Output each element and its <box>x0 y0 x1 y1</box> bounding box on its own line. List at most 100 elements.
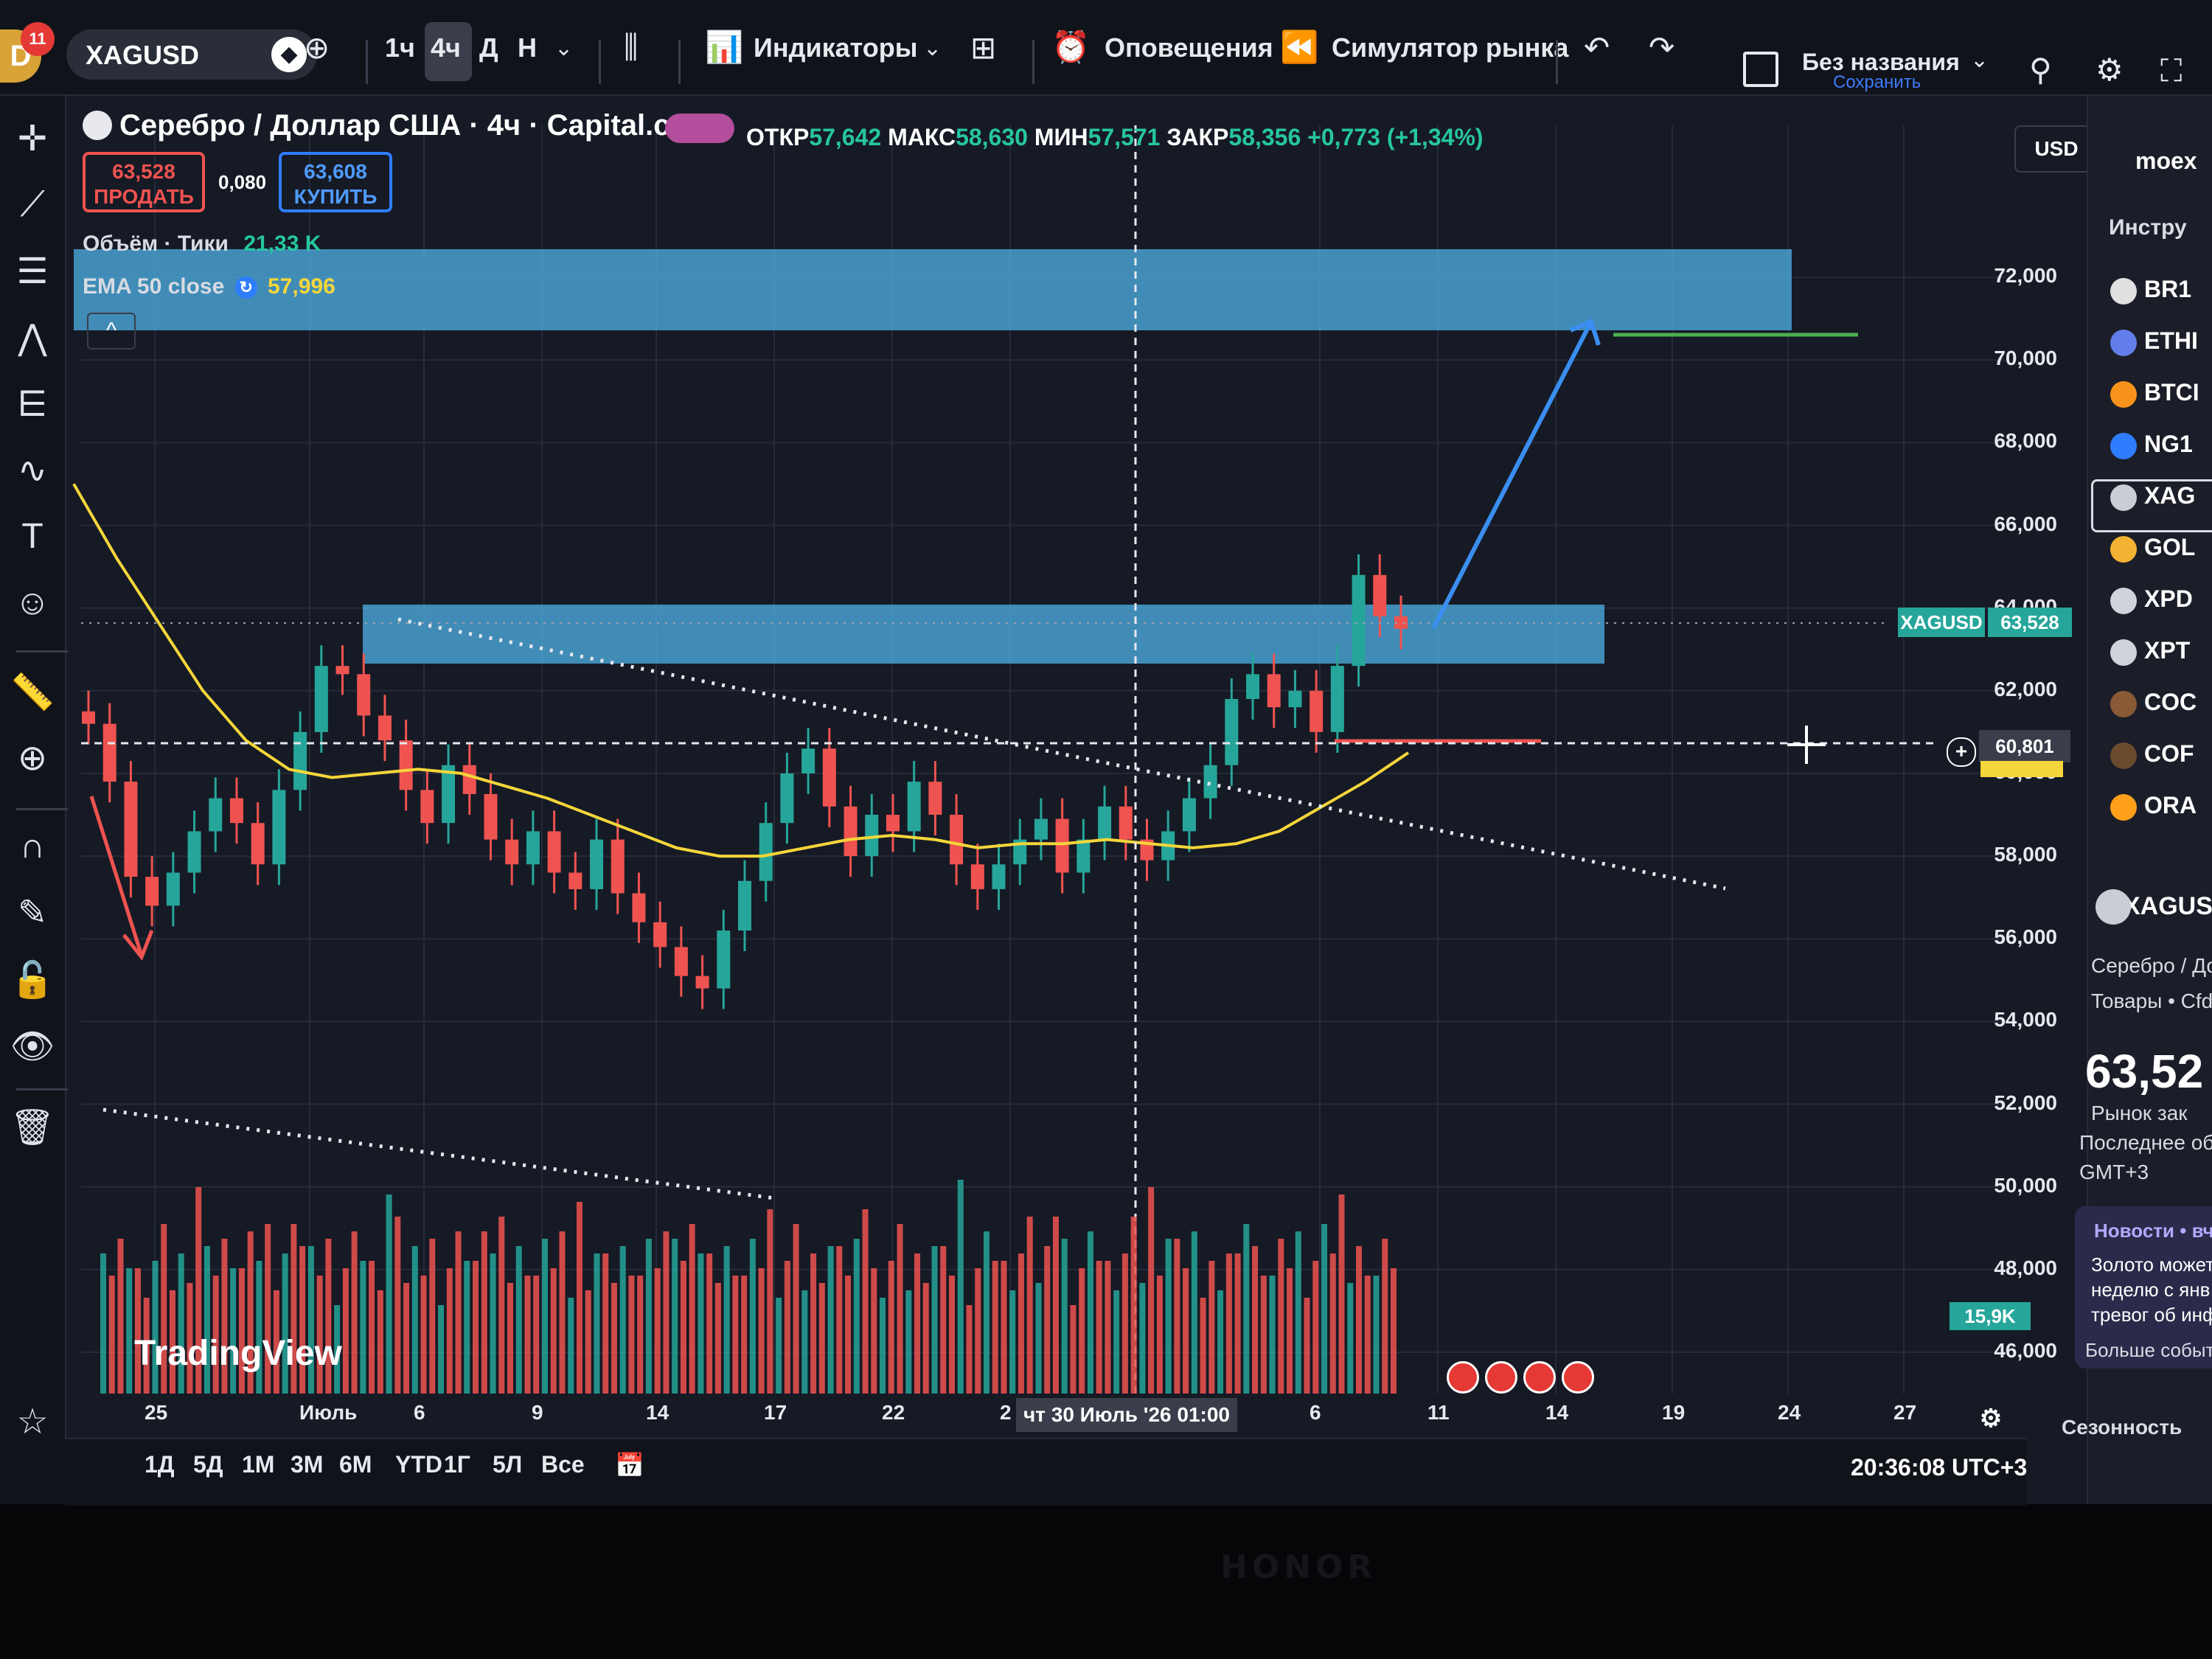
range-button[interactable]: 1Д <box>145 1451 175 1478</box>
quick-search-icon[interactable]: ⚲ <box>2029 52 2052 88</box>
market-status-pill[interactable] <box>665 114 734 143</box>
trend-line-icon[interactable]: ⟋ <box>0 184 65 226</box>
emoji-icon[interactable]: ☺ <box>0 582 65 623</box>
range-button[interactable]: 5Л <box>493 1451 522 1478</box>
diamond-icon[interactable]: ◆ <box>271 37 307 72</box>
volume-bar <box>1052 1217 1059 1394</box>
eye-icon[interactable]: 👁 <box>0 1025 65 1067</box>
favorites-star-icon[interactable]: ☆ <box>0 1401 65 1442</box>
chevron-down-icon[interactable]: ⌄ <box>1970 47 1989 73</box>
replay-rewind-icon[interactable]: ⏪ <box>1280 29 1318 66</box>
candle-body <box>992 864 1006 889</box>
notification-badge[interactable]: 11 <box>21 22 55 56</box>
layout-checkbox[interactable] <box>1743 52 1778 87</box>
candle-type-icon[interactable]: ⫼ <box>624 29 638 66</box>
indicators-icon[interactable]: 📊 <box>705 29 743 66</box>
watchlist-item[interactable]: ETHI <box>2110 327 2198 356</box>
volume-bar <box>776 1298 782 1394</box>
time-tick-label: 2 <box>1000 1401 1012 1424</box>
pattern-icon[interactable]: ⋀ <box>0 317 65 358</box>
clock[interactable]: 20:36:08 UTC+3 <box>1851 1454 2027 1481</box>
watchlist-item[interactable]: XPT <box>2110 637 2190 666</box>
range-button[interactable]: 1Г <box>444 1451 470 1478</box>
add-symbol-icon[interactable]: ⊕ <box>304 29 330 66</box>
interval-week[interactable]: Н <box>518 32 537 63</box>
crosshair-icon[interactable]: ✛ <box>0 118 65 159</box>
volume-bar <box>342 1268 349 1394</box>
watchlist-item[interactable]: XPD <box>2110 585 2193 614</box>
watchlist-header[interactable]: moex <box>2135 147 2197 175</box>
brush-icon[interactable]: ∿ <box>0 450 65 491</box>
watchlist-item[interactable]: NG1 <box>2110 431 2193 459</box>
currency-selector[interactable]: USD <box>2014 125 2098 173</box>
volume-bar <box>793 1224 799 1394</box>
zoom-in-icon[interactable]: ⊕ <box>0 737 65 779</box>
volume-bar <box>464 1261 470 1394</box>
undo-icon[interactable]: ↶ <box>1584 29 1610 66</box>
goto-date-icon[interactable]: 📅 <box>615 1451 644 1479</box>
volume-bar <box>801 1290 808 1394</box>
volume-bar <box>1018 1253 1024 1394</box>
horizontal-lines-icon[interactable]: ☰ <box>0 251 65 292</box>
layout-grid-icon[interactable]: ⊞ <box>970 29 996 66</box>
fullscreen-icon[interactable]: ⛶ <box>2160 53 2182 89</box>
settings-gear-icon[interactable]: ⚙ <box>2096 52 2124 88</box>
economic-event-icon[interactable] <box>1562 1361 1594 1394</box>
watchlist-item[interactable]: XAG <box>2110 482 2195 511</box>
range-button[interactable]: 1М <box>242 1451 274 1478</box>
price-tick-label: 68,000 <box>1994 429 2057 453</box>
lock-drawing-icon[interactable]: ✎ <box>0 892 65 933</box>
text-tool-icon[interactable]: T <box>0 516 65 557</box>
add-alert-icon[interactable]: + <box>1947 737 1976 767</box>
indicators-button[interactable]: Индикаторы <box>754 32 918 63</box>
range-button[interactable]: 6М <box>339 1451 372 1478</box>
trash-icon[interactable]: 🗑 <box>0 1106 65 1148</box>
volume-bar <box>922 1283 929 1394</box>
watchlist-item[interactable]: GOL <box>2110 534 2195 563</box>
collapse-indicators-button[interactable]: ^ <box>87 313 136 349</box>
candle-body <box>82 711 95 724</box>
interval-1h[interactable]: 1ч <box>385 32 415 63</box>
alarm-clock-icon[interactable]: ⏰ <box>1051 29 1090 66</box>
range-button[interactable]: Все <box>541 1451 585 1478</box>
range-button[interactable]: 3М <box>291 1451 323 1478</box>
lock-icon[interactable]: 🔓 <box>0 959 65 1001</box>
watchlist-item[interactable]: ORA <box>2110 792 2197 821</box>
chevron-down-icon[interactable]: ⌄ <box>554 35 573 61</box>
watchlist-item[interactable]: BR1 <box>2110 276 2191 305</box>
redo-icon[interactable]: ↷ <box>1649 29 1674 66</box>
symbol-search-box[interactable]: XAGUSD ◆ <box>66 29 317 80</box>
more-events-link[interactable]: Больше событ <box>2085 1339 2212 1362</box>
watchlist-item[interactable]: COC <box>2110 689 2197 717</box>
buy-button[interactable]: 63,608 КУПИТЬ <box>279 152 392 212</box>
volume-bar <box>654 1268 661 1394</box>
seasonality-tab[interactable]: Сезонность <box>2062 1416 2182 1439</box>
watchlist-item[interactable]: BTCI <box>2110 379 2199 408</box>
interval-4h[interactable]: 4ч <box>431 32 461 63</box>
candle-body <box>632 893 646 922</box>
volume-bar <box>541 1239 548 1394</box>
interval-day[interactable]: Д <box>479 32 498 63</box>
economic-event-icon[interactable] <box>1523 1361 1556 1394</box>
chart-title[interactable]: Серебро / Доллар США · 4ч · Capital.com <box>119 109 714 142</box>
volume-indicator-row[interactable]: Объём · Тики 21,33 K <box>83 232 321 257</box>
watchlist-item[interactable]: COF <box>2110 740 2194 769</box>
range-button[interactable]: YTD <box>395 1451 442 1478</box>
save-link[interactable]: Сохранить <box>1833 72 1921 93</box>
market-replay-button[interactable]: Симулятор рынка <box>1332 32 1568 63</box>
magnet-icon[interactable]: ∩ <box>0 826 65 866</box>
chevron-down-icon[interactable]: ⌄ <box>923 35 942 61</box>
ruler-icon[interactable]: 📏 <box>0 671 65 713</box>
axis-settings-gear-icon[interactable]: ⚙ <box>1976 1404 2006 1433</box>
alerts-button[interactable]: Оповещения <box>1105 32 1273 63</box>
refresh-icon[interactable]: ↻ <box>234 276 257 299</box>
news-card[interactable]: Новости • вч Золото может неделю с янв т… <box>2075 1206 2212 1368</box>
close-label: ЗАКР <box>1166 124 1229 150</box>
fib-tools-icon[interactable]: ⋿ <box>0 383 65 425</box>
economic-event-icon[interactable] <box>1485 1361 1517 1394</box>
ema-indicator-row[interactable]: EMA 50 close ↻ 57,996 <box>83 274 335 299</box>
range-button[interactable]: 5Д <box>193 1451 223 1478</box>
volume-bar <box>386 1194 392 1394</box>
economic-event-icon[interactable] <box>1447 1361 1479 1394</box>
sell-button[interactable]: 63,528 ПРОДАТЬ <box>83 152 205 212</box>
